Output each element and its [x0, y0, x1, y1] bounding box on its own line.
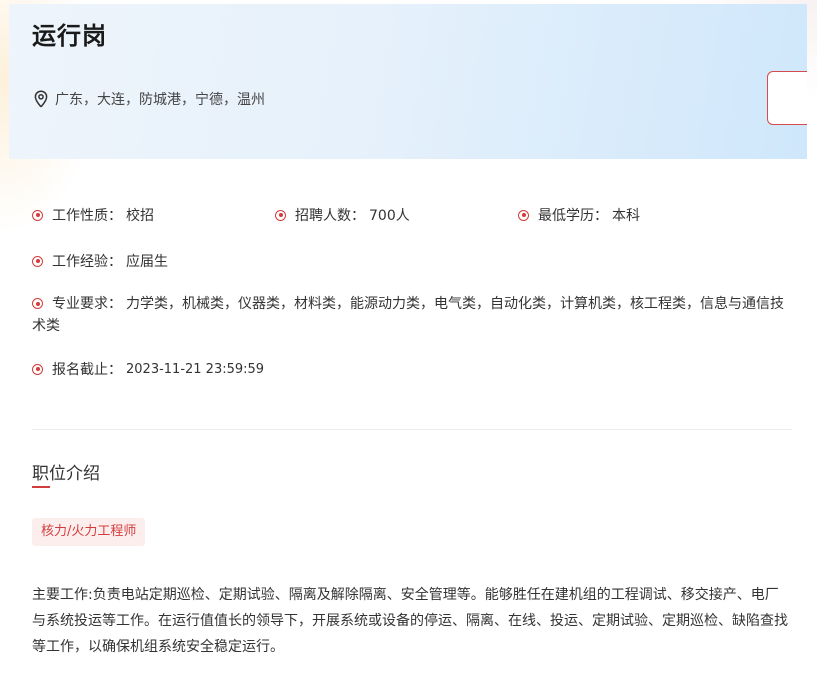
- job-title: 运行岗: [32, 22, 107, 50]
- major-label: 专业要求：: [52, 296, 122, 312]
- experience-label: 工作经验：: [52, 254, 122, 270]
- section-title: 职位介绍: [32, 464, 100, 484]
- red-dot-bullet-icon: [32, 363, 43, 375]
- major-value: 力学类，机械类，仪器类，材料类，能源动力类，电气类，自动化类，计算机类，核工程类…: [32, 296, 784, 334]
- details-row-1: 工作性质： 校招 招聘人数： 700人 最低学历： 本科: [32, 205, 792, 225]
- field-experience: 工作经验： 应届生: [32, 251, 168, 271]
- experience-value: 应届生: [126, 254, 168, 270]
- section-divider: [32, 429, 792, 430]
- job-description: 主要工作:负责电站定期巡检、定期试验、隔离及解除隔离、安全管理等。能够胜任在建机…: [32, 587, 788, 655]
- location-text: 广东，大连，防城港，宁德，温州: [55, 92, 265, 108]
- red-dot-bullet-icon: [275, 209, 286, 221]
- job-header: 运行岗 广东，大连，防城港，宁德，温州: [9, 4, 807, 159]
- education-value: 本科: [612, 208, 640, 224]
- apply-button[interactable]: [767, 71, 807, 125]
- red-dot-bullet-icon: [32, 209, 43, 221]
- deadline-value: 2023-11-21 23:59:59: [126, 361, 265, 377]
- field-major: 专业要求： 力学类，机械类，仪器类，材料类，能源动力类，电气类，自动化类，计算机类…: [32, 293, 792, 337]
- field-work-nature: 工作性质： 校招: [32, 205, 275, 225]
- red-dot-bullet-icon: [32, 298, 43, 309]
- location-pin-icon: [34, 90, 48, 108]
- field-education: 最低学历： 本科: [518, 205, 640, 225]
- work-nature-value: 校招: [126, 208, 154, 224]
- headcount-value: 700人: [369, 208, 410, 224]
- details-row-2: 工作经验： 应届生: [32, 251, 792, 271]
- job-location: 广东，大连，防城港，宁德，温州: [33, 89, 265, 109]
- job-category-tag: 核力/火力工程师: [32, 518, 146, 546]
- headcount-label: 招聘人数：: [295, 208, 365, 224]
- section-title-underline: [32, 486, 50, 488]
- job-details: 工作性质： 校招 招聘人数： 700人 最低学历： 本科 工作经验： 应届生 专…: [32, 205, 792, 405]
- field-headcount: 招聘人数： 700人: [275, 205, 518, 225]
- details-row-4: 报名截止： 2023-11-21 23:59:59: [32, 359, 792, 379]
- red-dot-bullet-icon: [518, 209, 529, 221]
- deadline-label: 报名截止：: [52, 362, 122, 378]
- field-deadline: 报名截止： 2023-11-21 23:59:59: [32, 359, 264, 379]
- work-nature-label: 工作性质：: [52, 208, 122, 224]
- education-label: 最低学历：: [538, 208, 608, 224]
- red-dot-bullet-icon: [32, 255, 43, 267]
